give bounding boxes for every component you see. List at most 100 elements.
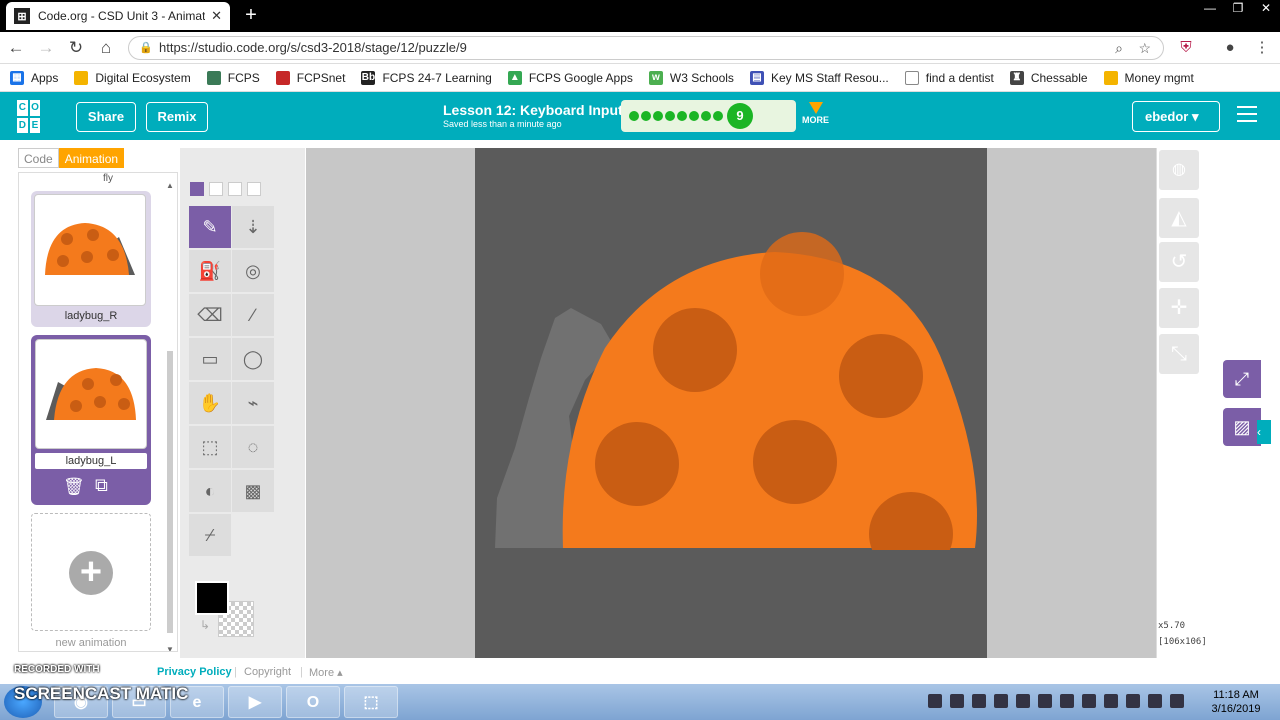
- tab-code[interactable]: Code: [18, 148, 59, 168]
- bookmark-chessable[interactable]: ♜ Chessable: [1009, 70, 1088, 85]
- extension-shield-icon[interactable]: ⛨: [1174, 36, 1198, 60]
- onion-skin-icon[interactable]: ◍: [1159, 150, 1199, 190]
- more-footer-link[interactable]: More ▴: [309, 666, 343, 679]
- level-dot[interactable]: [665, 111, 675, 121]
- tray-icon[interactable]: [1148, 694, 1162, 708]
- restore-button[interactable]: ❐: [1224, 0, 1252, 18]
- animation-list-scrollbar[interactable]: ▲ ▼: [165, 181, 175, 651]
- bookmark-w3-schools[interactable]: w W3 Schools: [648, 70, 734, 85]
- stroke-size-1[interactable]: [190, 182, 204, 196]
- resize-canvas-icon[interactable]: ⤡: [1159, 334, 1199, 374]
- tray-icon[interactable]: [1016, 694, 1030, 708]
- close-window-button[interactable]: ✕: [1252, 0, 1280, 18]
- bookmark-find-a-dentist[interactable]: find a dentist: [904, 70, 994, 85]
- privacy-policy-link[interactable]: Privacy Policy: [157, 666, 232, 678]
- mirror-draw-tool-icon[interactable]: ◐: [189, 470, 231, 512]
- tray-icon[interactable]: [1104, 694, 1118, 708]
- user-menu-button[interactable]: ebedor ▾: [1132, 101, 1220, 132]
- level-dot[interactable]: [641, 111, 651, 121]
- spray-tool-icon[interactable]: ◎: [232, 250, 274, 292]
- line-tool-icon[interactable]: ∕: [232, 294, 274, 336]
- paint-bucket-tool-icon[interactable]: ⛽: [189, 250, 231, 292]
- tray-icon[interactable]: [1170, 694, 1184, 708]
- profile-icon[interactable]: ●: [1218, 36, 1242, 60]
- pan-hand-tool-icon[interactable]: ✋: [189, 382, 231, 424]
- remix-button[interactable]: Remix: [146, 102, 208, 132]
- forward-button[interactable]: →: [34, 36, 58, 60]
- collapse-panel-icon[interactable]: ‹: [1257, 420, 1271, 444]
- rectangle-select-tool-icon[interactable]: ⬚: [189, 426, 231, 468]
- eyedropper-tool-icon[interactable]: ⌁: [232, 382, 274, 424]
- scroll-down-icon[interactable]: ▼: [166, 645, 174, 651]
- zoom-search-icon[interactable]: ⌕: [1115, 37, 1123, 59]
- browser-tab-active[interactable]: ⊞ Code.org - CSD Unit 3 - Animatio ✕: [6, 2, 230, 30]
- rectangle-tool-icon[interactable]: ▭: [189, 338, 231, 380]
- color-picker-tool-icon[interactable]: ⌿: [189, 514, 231, 556]
- animation-thumbnail[interactable]: [35, 339, 147, 449]
- share-button[interactable]: Share: [76, 102, 136, 132]
- level-dot[interactable]: [677, 111, 687, 121]
- codeorg-logo[interactable]: C O D E: [17, 100, 53, 133]
- new-tab-button[interactable]: +: [240, 4, 262, 26]
- ellipse-tool-icon[interactable]: ◯: [232, 338, 274, 380]
- bookmark-apps[interactable]: ▦ Apps: [10, 70, 58, 85]
- stroke-size-4[interactable]: [247, 182, 261, 196]
- tab-animation[interactable]: Animation: [58, 148, 125, 168]
- eraser-tool-icon[interactable]: ⌫: [189, 294, 231, 336]
- tray-icon[interactable]: [1038, 694, 1052, 708]
- image-library-button[interactable]: ▨: [1223, 408, 1261, 446]
- more-levels-button[interactable]: MORE: [802, 102, 829, 125]
- new-animation-button[interactable]: +: [31, 513, 151, 631]
- address-bar[interactable]: 🔒 https://studio.code.org/s/csd3-2018/st…: [128, 36, 1164, 60]
- bookmark-fcpsnet[interactable]: FCPSnet: [275, 70, 345, 85]
- fit-to-canvas-icon[interactable]: ✛: [1159, 288, 1199, 328]
- bookmark-star-icon[interactable]: ☆: [1138, 37, 1151, 59]
- pencil-tool-icon[interactable]: ✎: [189, 206, 231, 248]
- lesson-title[interactable]: Lesson 12: Keyboard Input: [443, 102, 623, 118]
- duplicate-icon[interactable]: ⧉: [95, 475, 108, 496]
- tray-icon[interactable]: [994, 694, 1008, 708]
- copyright-link[interactable]: Copyright: [244, 666, 291, 678]
- hamburger-menu-icon[interactable]: [1237, 106, 1257, 127]
- tray-icon[interactable]: [950, 694, 964, 708]
- tray-icon[interactable]: [1082, 694, 1096, 708]
- animation-name[interactable]: ladybug_R: [31, 310, 151, 322]
- expand-canvas-button[interactable]: ⤢: [1223, 360, 1261, 398]
- canvas-area[interactable]: [306, 148, 1156, 658]
- level-dot[interactable]: [653, 111, 663, 121]
- bookmark-money-mgmt[interactable]: Money mgmt: [1103, 70, 1194, 85]
- tray-icon[interactable]: [972, 694, 986, 708]
- rotate-icon[interactable]: ↺: [1159, 242, 1199, 282]
- swap-colors-icon[interactable]: ↳: [200, 618, 210, 632]
- system-clock[interactable]: 11:18 AM 3/16/2019: [1200, 688, 1272, 716]
- animation-card-ladybug-l[interactable]: ladybug_L 🗑 ⧉: [31, 335, 151, 505]
- animation-card-ladybug-r[interactable]: ladybug_R: [31, 191, 151, 327]
- tray-icon[interactable]: [1126, 694, 1140, 708]
- bookmark-fcps-24-7[interactable]: Bb FCPS 24-7 Learning: [361, 70, 492, 85]
- scroll-thumb[interactable]: [167, 351, 173, 633]
- chrome-menu-icon[interactable]: ⋮: [1250, 36, 1274, 60]
- foreground-color-swatch[interactable]: [195, 581, 229, 615]
- bookmark-fcps-google-apps[interactable]: ▲ FCPS Google Apps: [507, 70, 633, 85]
- snipping-tool-taskbar-icon[interactable]: ⬚: [344, 686, 398, 718]
- current-level-bubble[interactable]: 9: [727, 103, 753, 129]
- scroll-up-icon[interactable]: ▲: [166, 181, 174, 190]
- close-tab-icon[interactable]: ✕: [211, 8, 222, 24]
- level-dot[interactable]: [629, 111, 639, 121]
- minimize-button[interactable]: —: [1196, 0, 1224, 18]
- back-button[interactable]: ←: [4, 36, 28, 60]
- delete-trash-icon[interactable]: 🗑: [63, 477, 85, 497]
- bookmark-key-ms-staff[interactable]: ▤ Key MS Staff Resou...: [749, 70, 889, 85]
- outlook-taskbar-icon[interactable]: O: [286, 686, 340, 718]
- home-button[interactable]: ⌂: [94, 36, 118, 60]
- lasso-select-tool-icon[interactable]: ◌: [232, 426, 274, 468]
- animation-thumbnail[interactable]: [34, 194, 146, 306]
- level-dot[interactable]: [713, 111, 723, 121]
- stroke-size-3[interactable]: [228, 182, 242, 196]
- checker-pattern-tool-icon[interactable]: ▩: [232, 470, 274, 512]
- bookmark-digital-ecosystem[interactable]: Digital Ecosystem: [74, 70, 191, 85]
- media-player-taskbar-icon[interactable]: ▶: [228, 686, 282, 718]
- animation-name-input[interactable]: ladybug_L: [35, 453, 147, 469]
- stroke-size-2[interactable]: [209, 182, 223, 196]
- bookmark-fcps[interactable]: FCPS: [206, 70, 260, 85]
